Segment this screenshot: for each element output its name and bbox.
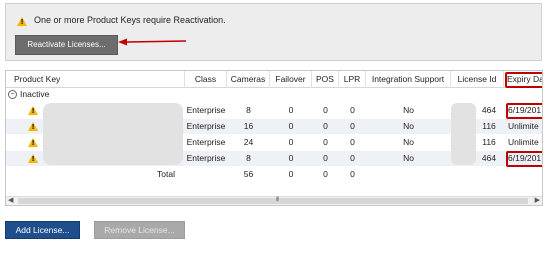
warning-icon [28,154,38,163]
cell-license-id: 116 [482,121,496,131]
reactivation-message: One or more Product Keys require Reactiv… [34,15,226,25]
column-header-cameras[interactable]: Cameras [227,71,270,88]
cell-pos: 0 [323,137,328,147]
cell-integration-support: No [403,137,414,147]
collapse-icon[interactable]: − [8,90,17,99]
cell-class: Enterprise [186,153,226,163]
column-header-failover[interactable]: Failover [270,71,312,88]
expiry-header-highlight [505,72,542,88]
cell-pos: 0 [323,121,328,131]
total-row: Total 56 0 0 0 [6,167,542,182]
cell-license-id: 464 [481,153,497,163]
column-header-lpr[interactable]: LPR [339,71,366,88]
scroll-thumb[interactable]: III [18,197,528,204]
cell-expiry-date: Unlimite [508,137,539,147]
column-header-pos[interactable]: POS [312,71,339,88]
expiry-highlight [506,103,542,119]
total-pos: 0 [323,169,328,179]
cell-integration-support: No [403,153,414,163]
total-label: Total [157,169,175,179]
cell-failover: 0 [288,121,294,131]
expiry-highlight [506,151,542,167]
cell-lpr: 0 [350,153,355,163]
column-header-class[interactable]: Class [185,71,227,88]
warning-icon [28,106,38,115]
redacted-product-keys [43,103,183,165]
cell-class: Enterprise [186,105,226,115]
warning-icon [17,17,27,26]
cell-failover: 0 [288,137,294,147]
horizontal-scrollbar[interactable]: ◀ III ▶ [6,196,542,205]
cell-pos: 0 [323,105,328,115]
scroll-right-icon[interactable]: ▶ [535,197,540,205]
cell-failover: 0 [288,105,294,115]
cell-license-id: 464 [481,105,497,115]
cell-license-id: 116 [482,137,496,147]
column-header-product-key[interactable]: Product Key [6,71,185,88]
cell-cameras: 16 [243,121,254,131]
total-failover: 0 [288,169,294,179]
license-grid: Product Key Class Cameras Failover POS L… [5,70,543,206]
cell-lpr: 0 [350,105,355,115]
cell-lpr: 0 [350,137,355,147]
warning-icon [28,138,38,147]
add-license-button[interactable]: Add License... [5,221,80,239]
cell-class: Enterprise [186,137,226,147]
cell-cameras: 8 [246,105,251,115]
cell-failover: 0 [288,153,294,163]
reactivate-licenses-button[interactable]: Reactivate Licenses... [15,35,118,55]
group-row-inactive[interactable]: − Inactive [6,88,542,102]
reactivation-notice-panel: One or more Product Keys require Reactiv… [5,3,542,61]
annotation-arrow-icon [118,38,187,46]
total-cameras: 56 [243,169,254,179]
group-label: Inactive [20,89,50,99]
cell-pos: 0 [323,153,328,163]
grid-header: Product Key Class Cameras Failover POS L… [6,71,542,88]
scroll-grip: III [276,197,279,203]
cell-lpr: 0 [350,121,355,131]
cell-cameras: 24 [243,137,254,147]
column-header-integration-support[interactable]: Integration Support [366,71,451,88]
cell-integration-support: No [403,105,414,115]
scroll-left-icon[interactable]: ◀ [8,197,13,205]
cell-class: Enterprise [186,121,226,131]
remove-license-button: Remove License... [94,221,185,239]
cell-cameras: 8 [246,153,251,163]
cell-integration-support: No [403,121,414,131]
total-lpr: 0 [350,169,355,179]
warning-icon [28,122,38,131]
redacted-license-ids [451,103,476,165]
cell-expiry-date: Unlimite [508,121,539,131]
column-header-license-id[interactable]: License Id [451,71,504,88]
